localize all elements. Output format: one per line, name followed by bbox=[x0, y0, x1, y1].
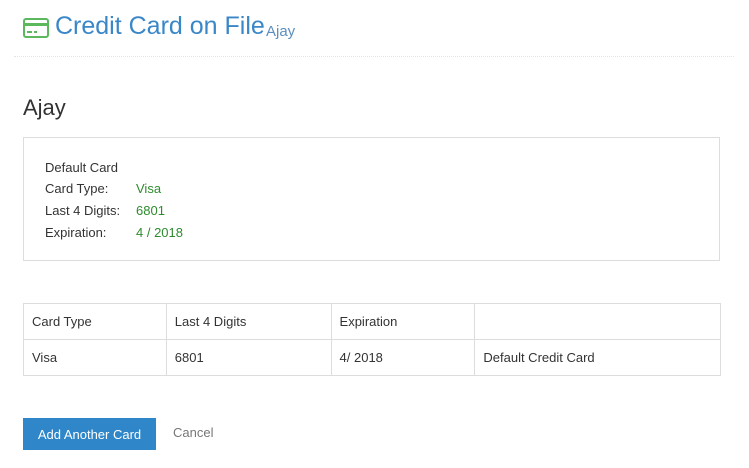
cards-table: Card Type Last 4 Digits Expiration Visa … bbox=[23, 303, 721, 376]
page-subtitle: Ajay bbox=[266, 23, 296, 40]
expiration-label: Expiration: bbox=[45, 225, 107, 240]
page-title: Credit Card on File bbox=[55, 12, 265, 40]
cell-expiration: 4/ 2018 bbox=[330, 339, 476, 376]
page-header: Credit Card on File Ajay bbox=[14, 0, 734, 57]
last4-value: 6801 bbox=[136, 203, 165, 218]
expiration-value: 4 / 2018 bbox=[136, 225, 183, 240]
expiration-row: Expiration: 4 / 2018 bbox=[45, 225, 183, 240]
page: Credit Card on File Ajay Ajay Default Ca… bbox=[0, 0, 749, 468]
cell-status: Default Credit Card bbox=[474, 339, 721, 376]
table-row[interactable]: Visa 6801 4/ 2018 Default Credit Card bbox=[23, 339, 721, 376]
column-header-card-type: Card Type bbox=[23, 303, 167, 340]
card-type-row: Card Type: Visa bbox=[45, 181, 161, 196]
cancel-link[interactable]: Cancel bbox=[173, 425, 213, 440]
table-header-row: Card Type Last 4 Digits Expiration bbox=[23, 303, 721, 340]
account-name-heading: Ajay bbox=[23, 95, 66, 120]
default-card-title: Default Card bbox=[45, 160, 118, 175]
column-header-status bbox=[474, 303, 721, 340]
default-card-panel: Default Card Card Type: Visa Last 4 Digit… bbox=[23, 137, 720, 261]
cell-card-type: Visa bbox=[23, 339, 167, 376]
column-header-expiration: Expiration bbox=[330, 303, 476, 340]
card-type-label: Card Type: bbox=[45, 181, 109, 196]
last4-row: Last 4 Digits: 6801 bbox=[45, 203, 165, 218]
last4-label: Last 4 Digits: bbox=[45, 203, 121, 218]
cell-last4: 6801 bbox=[165, 339, 332, 376]
card-type-value: Visa bbox=[136, 181, 162, 196]
column-header-last4: Last 4 Digits bbox=[165, 303, 332, 340]
credit-card-icon bbox=[23, 18, 49, 38]
add-another-card-button[interactable]: Add Another Card bbox=[23, 418, 156, 450]
